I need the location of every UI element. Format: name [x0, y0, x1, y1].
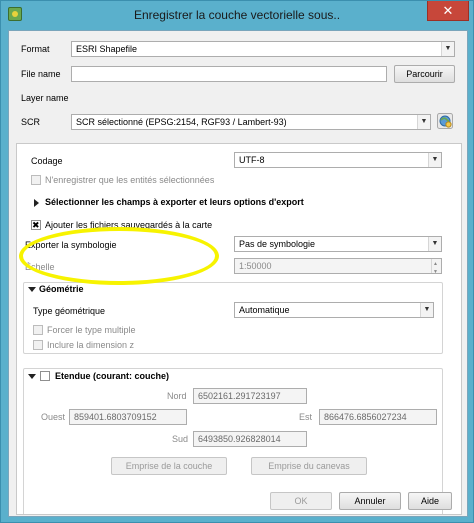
geometry-type-combo[interactable]: Automatique ▼	[234, 302, 434, 318]
geometry-type-label: Type géométrique	[33, 306, 106, 316]
layer-extent-button[interactable]: Emprise de la couche	[111, 457, 227, 475]
north-label: Nord	[167, 391, 187, 401]
geometry-section-header[interactable]: Géométrie	[39, 284, 84, 294]
add-to-map-label: Ajouter les fichiers sauvegardés à la ca…	[45, 220, 213, 230]
include-z-checkbox[interactable]	[33, 340, 43, 350]
chevron-down-icon: ▼	[441, 42, 454, 56]
selected-only-label: N'enregistrer que les entités sélectionn…	[45, 175, 215, 185]
crs-combo[interactable]: SCR sélectionné (EPSG:2154, RGF93 / Lamb…	[71, 114, 431, 130]
south-label: Sud	[172, 434, 189, 444]
west-input[interactable]: 859401.6803709152	[69, 409, 187, 425]
ok-button[interactable]: OK	[270, 492, 332, 510]
encoding-value: UTF-8	[239, 155, 265, 165]
chevron-down-icon: ▼	[420, 303, 433, 317]
south-input[interactable]: 6493850.926828014	[193, 431, 307, 447]
extent-section-header[interactable]: Etendue (courant: couche)	[55, 371, 169, 381]
spinner-icon	[431, 259, 441, 273]
format-label: Format	[21, 44, 50, 54]
help-button[interactable]: Aide	[408, 492, 452, 510]
close-button[interactable]: ✕	[427, 1, 469, 21]
expand-arrow-icon[interactable]	[34, 199, 39, 207]
window-title: Enregistrer la couche vectorielle sous..	[133, 8, 341, 22]
file-name-input[interactable]	[71, 66, 387, 82]
add-to-map-checkbox[interactable]	[31, 219, 41, 231]
title-bar[interactable]: Enregistrer la couche vectorielle sous..…	[1, 1, 473, 29]
format-value: ESRI Shapefile	[76, 44, 138, 54]
dialog-window: Enregistrer la couche vectorielle sous..…	[0, 0, 474, 523]
dialog-body: Format ESRI Shapefile ▼ File name Parcou…	[8, 30, 468, 517]
collapse-arrow-icon[interactable]	[28, 374, 36, 379]
format-combo[interactable]: ESRI Shapefile ▼	[71, 41, 455, 57]
scale-value: 1:50000	[239, 261, 272, 271]
symbology-combo[interactable]: Pas de symbologie ▼	[234, 236, 442, 252]
collapse-arrow-icon[interactable]	[28, 287, 36, 292]
chevron-down-icon: ▼	[417, 115, 430, 129]
selected-only-checkbox[interactable]	[31, 175, 41, 185]
north-input[interactable]: 6502161.291723197	[193, 388, 307, 404]
east-label: Est	[299, 412, 313, 422]
chevron-down-icon: ▼	[428, 153, 441, 167]
scale-label: Échelle	[25, 262, 55, 272]
canvas-extent-button[interactable]: Emprise du canevas	[251, 457, 367, 475]
crs-value: SCR sélectionné (EPSG:2154, RGF93 / Lamb…	[76, 117, 287, 127]
cancel-button[interactable]: Annuler	[339, 492, 401, 510]
geometry-type-value: Automatique	[239, 305, 290, 315]
crs-label: SCR	[21, 117, 41, 127]
file-name-label: File name	[21, 69, 61, 79]
symbology-label: Exporter la symbologie	[25, 240, 117, 250]
force-multi-label: Forcer le type multiple	[47, 325, 136, 335]
east-input[interactable]: 866476.6856027234	[319, 409, 437, 425]
browse-button[interactable]: Parcourir	[394, 65, 455, 83]
force-multi-checkbox[interactable]	[33, 325, 43, 335]
options-panel[interactable]: Codage UTF-8 ▼ N'enregistrer que les ent…	[16, 143, 462, 515]
symbology-value: Pas de symbologie	[239, 239, 316, 249]
crs-selector-icon[interactable]	[437, 113, 453, 129]
chevron-down-icon: ▼	[428, 237, 441, 251]
encoding-label: Codage	[31, 156, 63, 166]
encoding-combo[interactable]: UTF-8 ▼	[234, 152, 442, 168]
extent-checkbox[interactable]	[40, 371, 50, 381]
scale-combo[interactable]: 1:50000	[234, 258, 442, 274]
include-z-label: Inclure la dimension z	[47, 340, 135, 350]
fields-section-header[interactable]: Sélectionner les champs à exporter et le…	[45, 197, 304, 207]
layer-name-label: Layer name	[21, 93, 69, 103]
west-label: Ouest	[41, 412, 66, 422]
